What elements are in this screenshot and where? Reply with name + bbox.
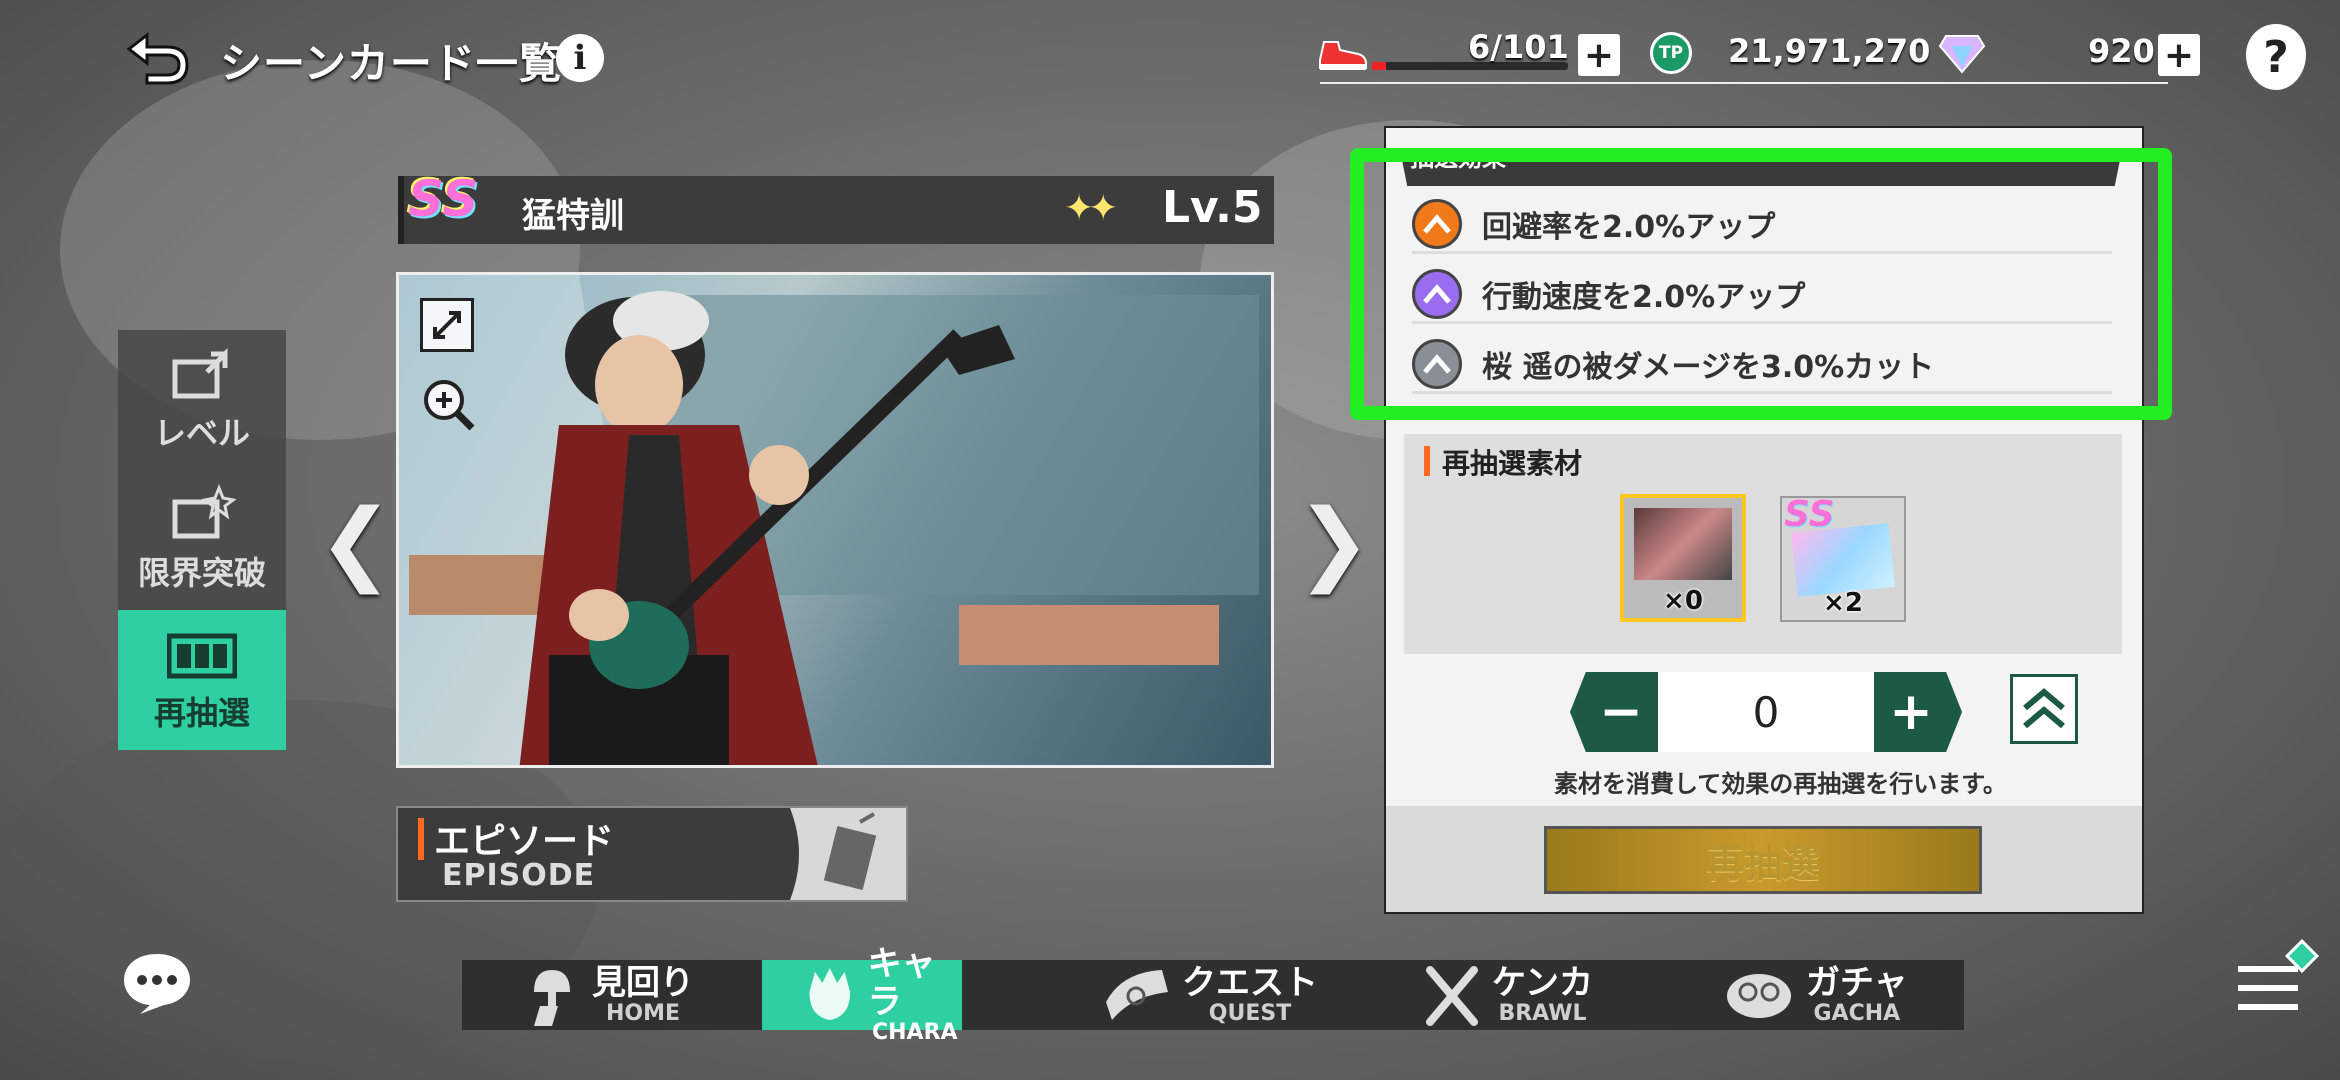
card-thumbnail xyxy=(1634,508,1732,580)
slot-machine-icon xyxy=(167,633,237,679)
expand-arrows-icon xyxy=(433,311,461,339)
nav-home[interactable]: 見回り HOME xyxy=(522,960,694,1030)
next-card-arrow[interactable]: ❯ xyxy=(1296,490,1371,595)
hint-text: 素材を消費して効果の再抽選を行います。 xyxy=(1554,770,2007,798)
material-count: ×0 xyxy=(1663,586,1703,616)
material-title: 再抽選素材 xyxy=(1442,447,1583,480)
episode-accent-bar xyxy=(418,818,424,860)
tab-limit-break[interactable]: 限界突破 xyxy=(118,470,286,610)
tp-count: 21,971,270 xyxy=(1728,32,1931,70)
stamina-count: 6/101 xyxy=(1468,28,1569,66)
character-head-icon xyxy=(809,968,851,1021)
material-item-ticket[interactable]: SS ×2 xyxy=(1780,494,1906,622)
sparkle-stars-icon: ✦✦ xyxy=(1064,188,1118,229)
decrease-button[interactable]: − xyxy=(1570,672,1658,752)
character-illustration xyxy=(399,275,1259,765)
add-gems-button[interactable]: + xyxy=(2158,34,2200,76)
nav-brawl-sublabel: BRAWL xyxy=(1498,1001,1587,1026)
nav-gacha-label: ガチャ xyxy=(1806,963,1908,1003)
chat-icon[interactable] xyxy=(120,950,194,1016)
material-accent-bar xyxy=(1424,446,1430,476)
tab-level[interactable]: レベル xyxy=(118,330,286,470)
wind-chime-icon xyxy=(534,970,570,1026)
quantity-value[interactable]: 0 xyxy=(1658,672,1874,752)
bottom-navigation: 見回り HOME キャラ CHARA クエスト QUEST ケンカ BRAWL ガチャ G… xyxy=(462,945,1964,1045)
nav-brawl[interactable]: ケンカ BRAWL xyxy=(1422,960,1593,1030)
nav-chara-sublabel: CHARA xyxy=(872,1020,958,1045)
gem-count: 920 xyxy=(2088,32,2155,70)
previous-card-arrow[interactable]: ❮ xyxy=(318,490,393,595)
tab-redraw-label: 再抽選 xyxy=(153,694,250,732)
stamina-bar-fill xyxy=(1372,62,1386,70)
card-artwork[interactable] xyxy=(396,272,1274,768)
nav-quest-sublabel: QUEST xyxy=(1208,1001,1292,1026)
redraw-button[interactable]: 再抽選 xyxy=(1544,826,1982,894)
add-stamina-button[interactable]: + xyxy=(1578,34,1620,76)
side-tab-bar: レベル 限界突破 再抽選 xyxy=(118,330,286,750)
back-arrow-icon xyxy=(126,31,189,85)
episode-label-en: EPISODE xyxy=(442,858,596,893)
max-quantity-button[interactable] xyxy=(2010,674,2078,744)
nav-gacha[interactable]: ガチャ GACHA xyxy=(1722,960,1908,1030)
limit-break-icon xyxy=(172,483,237,539)
ticket-rarity-badge: SS xyxy=(1784,494,1835,535)
nav-gacha-sublabel: GACHA xyxy=(1813,1001,1901,1026)
nav-quest-label: クエスト xyxy=(1182,963,1318,1003)
card-level: Lv.5 xyxy=(1162,182,1263,233)
material-item-card[interactable]: ×0 xyxy=(1620,494,1746,622)
crossed-weapons-icon xyxy=(1426,966,1478,1026)
nav-home-sublabel: HOME xyxy=(605,1001,681,1026)
quest-scroll-icon xyxy=(1106,970,1168,1020)
nav-quest[interactable]: クエスト QUEST xyxy=(1102,960,1318,1030)
gem-icon xyxy=(1938,35,1986,74)
tab-redraw[interactable]: 再抽選 xyxy=(118,610,286,750)
expand-icon[interactable] xyxy=(420,298,474,352)
tab-limit-break-label: 限界突破 xyxy=(137,554,266,592)
nav-chara[interactable]: キャラ CHARA xyxy=(762,945,962,1045)
nav-home-label: 見回り xyxy=(592,963,694,1003)
episode-ticket-icon xyxy=(790,808,906,900)
level-up-icon xyxy=(172,347,228,399)
resource-divider xyxy=(1320,82,2168,84)
stamina-shoe-icon xyxy=(1319,41,1367,70)
cloud-gacha-icon xyxy=(1727,974,1791,1018)
hamburger-menu-icon[interactable] xyxy=(2236,960,2300,1016)
tab-level-label: レベル xyxy=(153,414,250,452)
nav-brawl-label: ケンカ xyxy=(1492,963,1593,1003)
help-button[interactable]: ? xyxy=(2246,24,2306,90)
info-icon[interactable]: i xyxy=(556,34,604,82)
back-button[interactable] xyxy=(118,22,198,92)
page-title: シーンカード一覧 xyxy=(220,39,562,88)
tp-icon: TP xyxy=(1650,32,1692,74)
material-count: ×2 xyxy=(1823,588,1863,618)
highlight-frame xyxy=(1350,148,2172,420)
double-chevron-up-icon xyxy=(2023,688,2065,729)
increase-button[interactable]: + xyxy=(1874,672,1962,752)
episode-label: エピソード xyxy=(434,821,615,862)
rarity-badge: SS xyxy=(408,170,479,228)
card-name: 猛特訓 xyxy=(522,196,624,236)
zoom-in-icon[interactable] xyxy=(420,376,478,434)
nav-chara-label: キャラ xyxy=(867,944,936,1022)
